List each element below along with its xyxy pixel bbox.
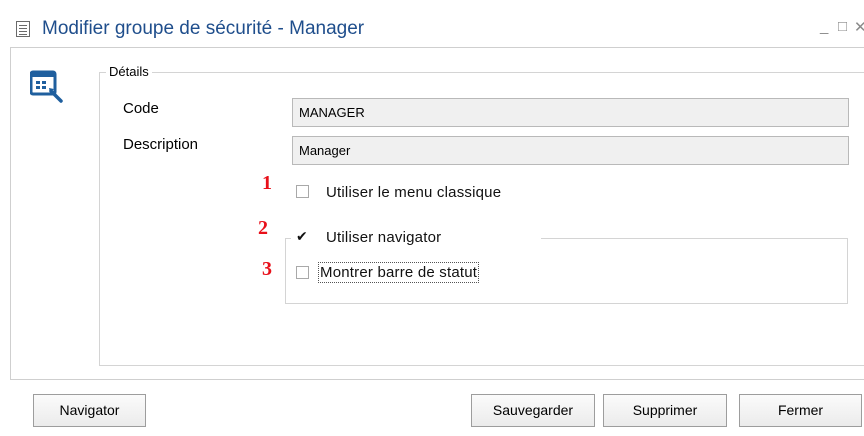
minimize-button[interactable]: _ [820,18,828,35]
security-form-icon [30,70,63,103]
close-window-button[interactable]: ✕ [854,18,864,36]
annotation-marker-2: 2 [258,217,268,239]
annotation-marker-1: 1 [262,172,272,194]
classic-menu-label[interactable]: Utiliser le menu classique [326,184,501,201]
title-bar: Modifier groupe de sécurité - Manager _ … [0,0,864,46]
annotation-marker-3: 3 [262,258,272,280]
document-icon [16,21,30,37]
window-title: Modifier groupe de sécurité - Manager [42,18,365,39]
navigator-checkbox[interactable] [296,229,309,246]
code-field[interactable]: MANAGER [292,98,849,127]
edit-security-group-window: Modifier groupe de sécurité - Manager _ … [0,0,864,436]
code-label: Code [123,100,159,117]
navigator-button[interactable]: Navigator [33,394,146,427]
save-button[interactable]: Sauvegarder [471,394,595,427]
description-label: Description [123,136,199,153]
delete-button[interactable]: Supprimer [603,394,727,427]
status-bar-label[interactable]: Montrer barre de statut [317,262,480,283]
classic-menu-checkbox[interactable] [296,185,309,198]
maximize-button[interactable]: □ [838,18,847,35]
close-button[interactable]: Fermer [739,394,862,427]
description-field[interactable]: Manager [292,136,849,165]
details-legend: Détails [106,64,152,79]
status-bar-checkbox[interactable] [296,266,309,279]
navigator-label[interactable]: Utiliser navigator [326,229,441,246]
